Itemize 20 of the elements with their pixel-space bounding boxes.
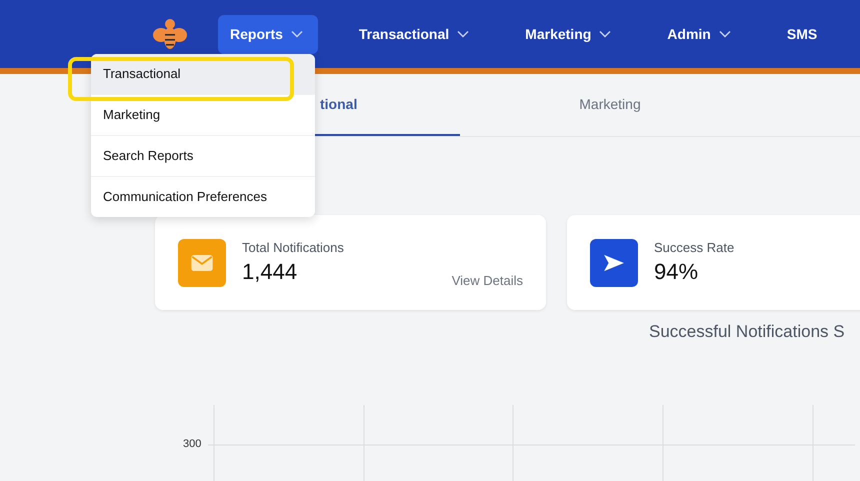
- envelope-icon: [178, 238, 226, 286]
- dropdown-menu-item[interactable]: Transactional: [91, 54, 315, 95]
- dropdown-menu-item[interactable]: Search Reports: [91, 136, 315, 177]
- stat-title: Total Notifications: [242, 240, 344, 255]
- view-details-link[interactable]: View Details: [452, 273, 523, 288]
- dropdown-menu-item[interactable]: Communication Preferences: [91, 177, 315, 217]
- stat-title: Success Rate: [654, 240, 734, 255]
- tab[interactable]: Marketing: [460, 74, 760, 136]
- bee-logo-icon[interactable]: [153, 18, 187, 50]
- nav-menu-item[interactable]: Transactional: [346, 14, 484, 54]
- dropdown-menu-item[interactable]: Marketing: [91, 95, 315, 136]
- axis-tick-label: 300: [183, 438, 202, 450]
- send-icon: [590, 238, 638, 286]
- stat-value: 1,444: [242, 259, 298, 285]
- nav-menu-item[interactable]: Admin: [655, 14, 746, 54]
- chart-title: Successful Notifications S: [649, 322, 846, 342]
- stat-value: 94%: [654, 259, 700, 285]
- nav-menu-item[interactable]: SMS: [774, 14, 832, 54]
- nav-menu-item[interactable]: Marketing: [513, 14, 626, 54]
- nav-menu-item[interactable]: Reports: [218, 14, 318, 54]
